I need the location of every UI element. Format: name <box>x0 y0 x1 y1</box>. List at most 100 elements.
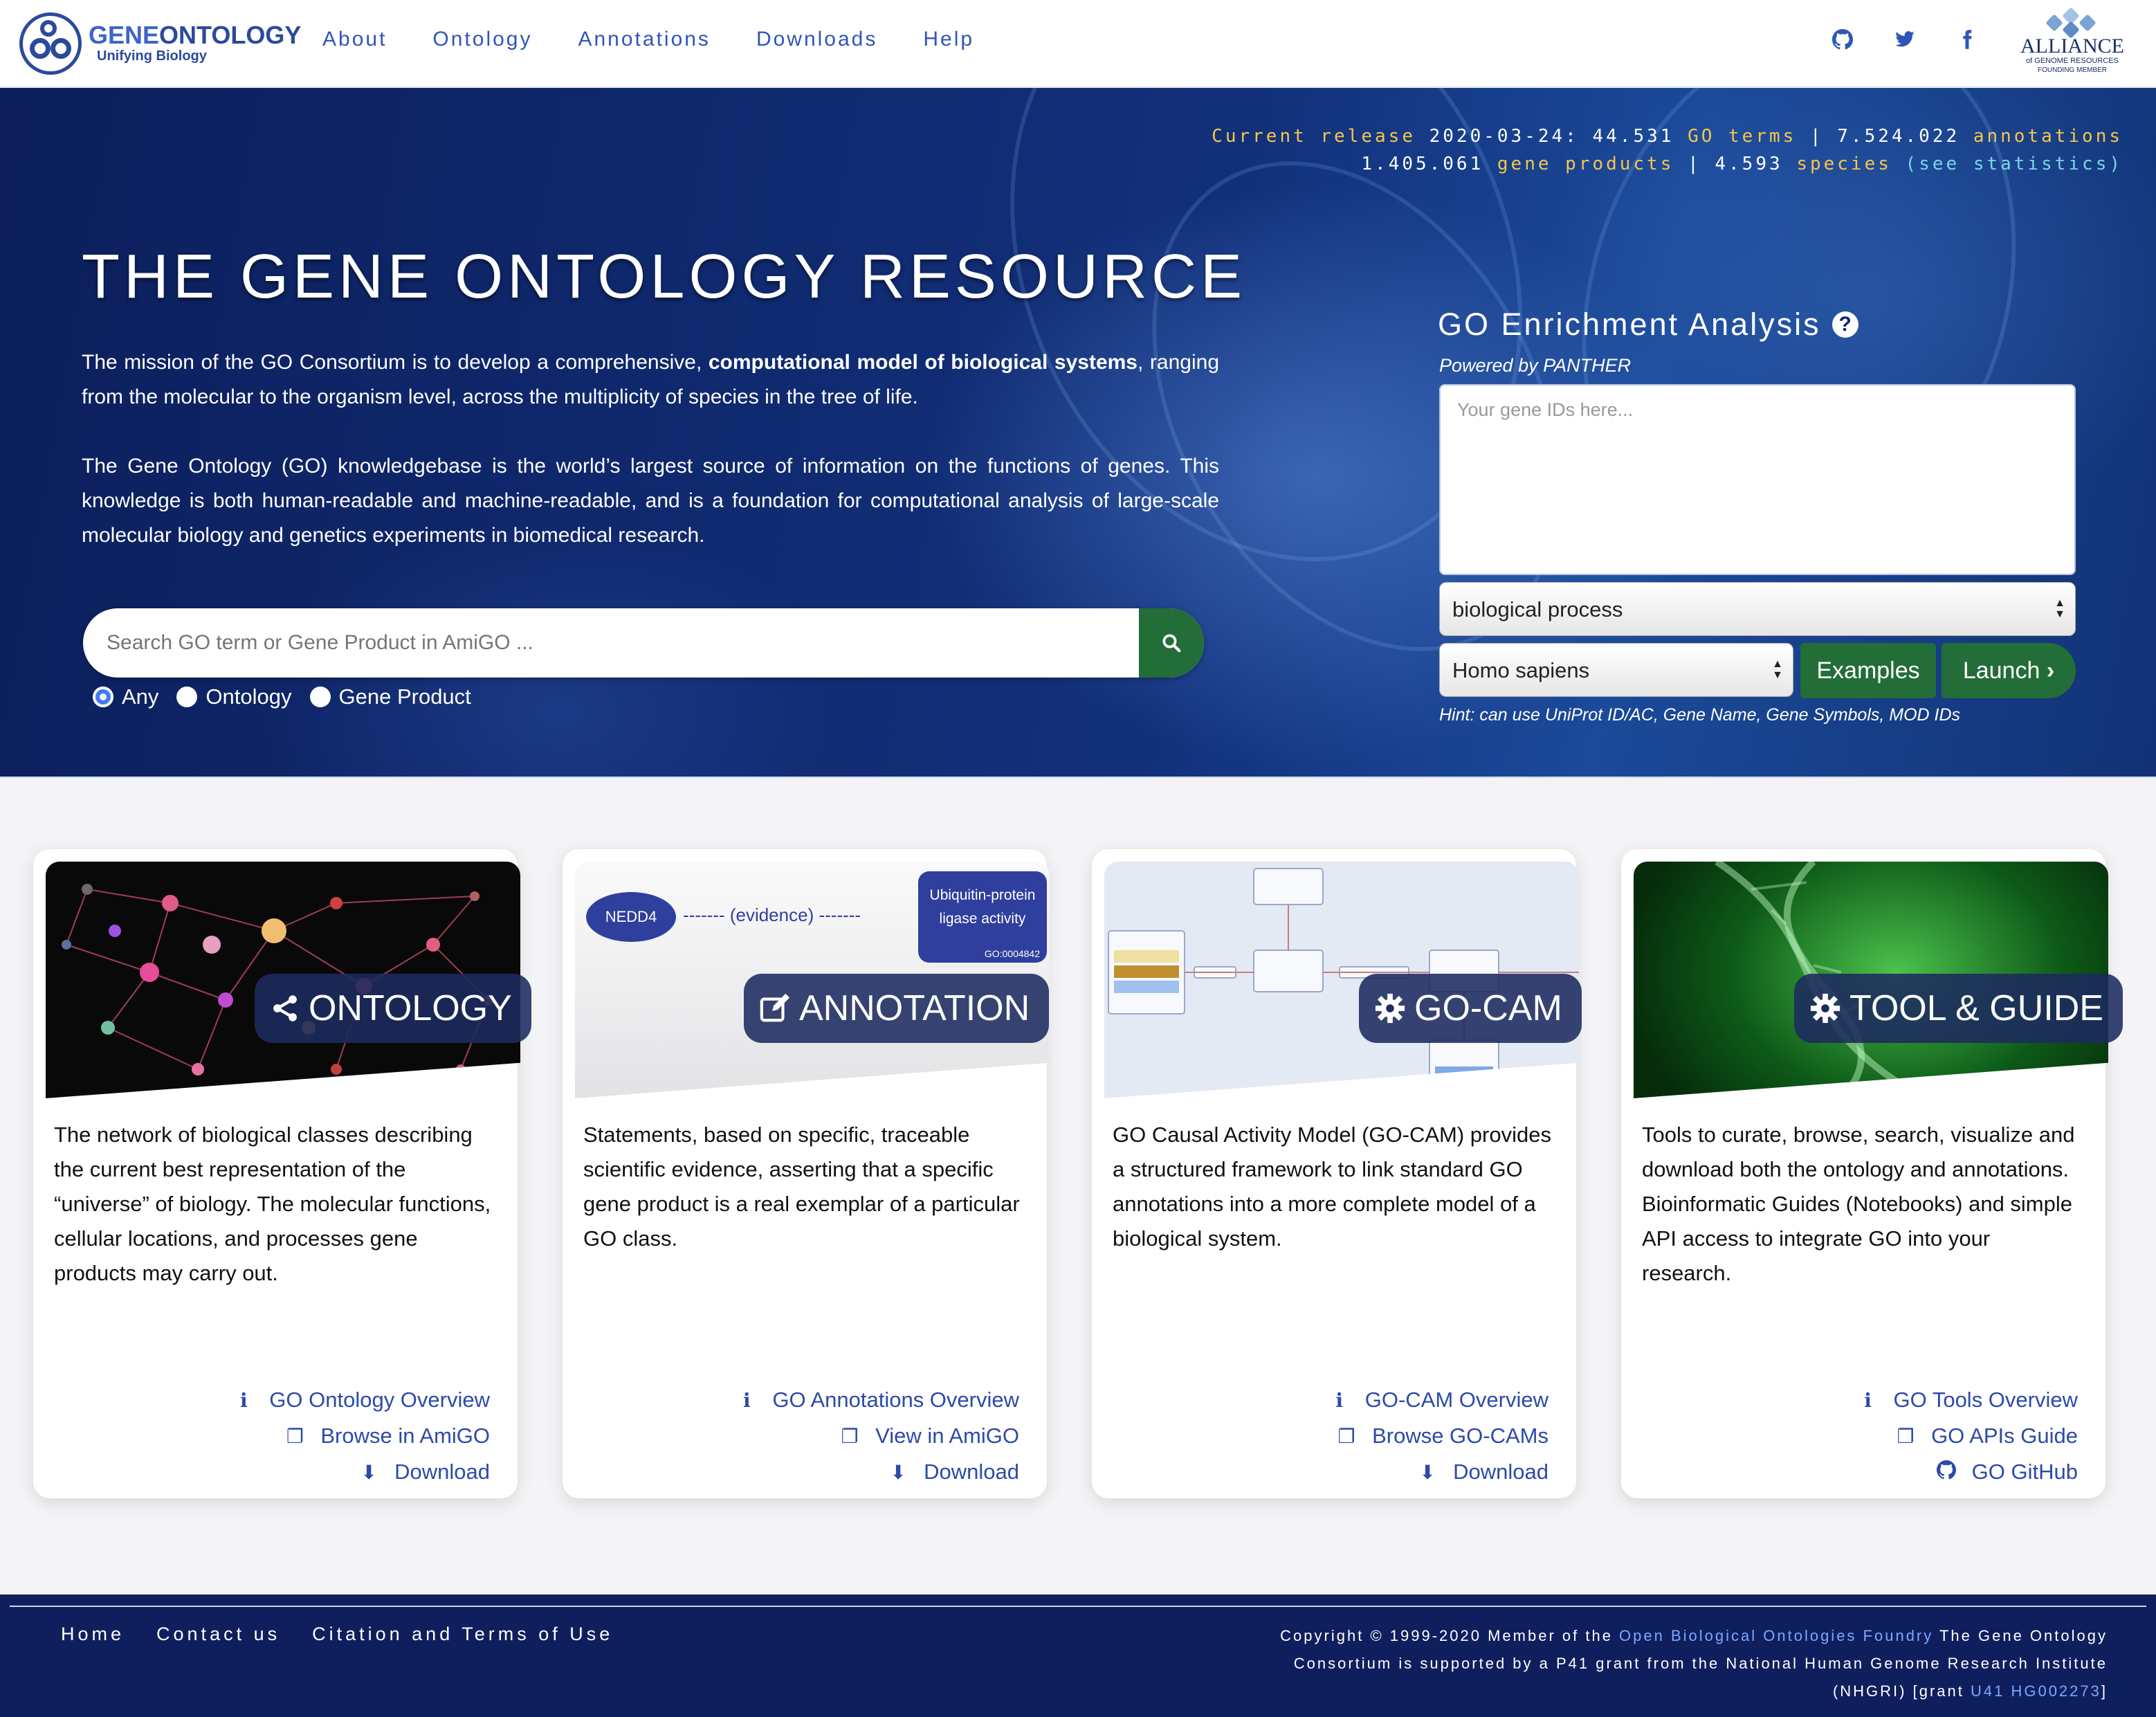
go-term-node: Ubiquitin-protein ligase activity GO:000… <box>918 871 1047 963</box>
radio-gene-product[interactable]: Gene Product <box>309 684 471 709</box>
top-navbar: GENEONTOLOGY Unifying Biology About Onto… <box>0 0 2156 87</box>
copy-icon: ❐ <box>841 1425 859 1447</box>
obo-foundry-link[interactable]: Open Biological Ontologies Foundry <box>1619 1627 1933 1644</box>
twitter-icon[interactable] <box>1894 29 1915 50</box>
ontology-badge[interactable]: ONTOLOGY <box>255 974 531 1043</box>
alliance-name: ALLIANCE <box>2020 35 2124 57</box>
release-stats: Current release 2020-03-24: 44.531 GO te… <box>1212 126 2123 174</box>
examples-button[interactable]: Examples <box>1800 643 1936 698</box>
select-arrows-icon: ▲ ▼ <box>2054 597 2065 620</box>
ontology-links: ℹ GO Ontology Overview ❐ Browse in AmiGO ⬇… <box>232 1382 490 1490</box>
logo-subtitle: Unifying Biology <box>97 48 207 64</box>
footer-home-link[interactable]: Home <box>61 1624 125 1645</box>
gocam-overview-link[interactable]: ℹ GO-CAM Overview <box>1328 1382 1549 1418</box>
share-icon <box>273 995 297 1021</box>
footer-contact-link[interactable]: Contact us <box>156 1624 280 1645</box>
evidence-edge: ------- (evidence) ------- <box>683 905 861 925</box>
gocam-download-link[interactable]: ⬇ Download <box>1328 1454 1549 1490</box>
tool-guide-card: TOOL & GUIDE Tools to curate, browse, se… <box>1621 849 2123 1498</box>
alliance-logo[interactable]: ALLIANCE of GENOME RESOURCES FOUNDING ME… <box>2007 6 2138 80</box>
gear-icon <box>1810 993 1840 1024</box>
github-icon[interactable] <box>1832 29 1854 50</box>
ontology-aspect-select[interactable]: biological process ▲ ▼ <box>1439 582 2076 636</box>
powered-by-panther: Powered by PANTHER <box>1439 355 1632 376</box>
help-question-icon[interactable]: ? <box>1831 311 1858 338</box>
logo-title: GENEONTOLOGY <box>89 21 302 49</box>
gocam-card: GO-CAM GO Causal Activity Model (GO-CAM)… <box>1092 849 1582 1498</box>
enrichment-hint: Hint: can use UniProt ID/AC, Gene Name, … <box>1439 705 1961 725</box>
radio-ontology[interactable]: Ontology <box>176 684 292 709</box>
radio-any[interactable]: Any <box>93 684 158 709</box>
gear-icon <box>1375 993 1405 1024</box>
page-title: THE GENE ONTOLOGY RESOURCE <box>82 242 1246 311</box>
go-github-link[interactable]: GO GitHub <box>1856 1454 2078 1490</box>
annotation-download-link[interactable]: ⬇ Download <box>735 1454 1019 1490</box>
info-icon: ℹ <box>743 1389 751 1411</box>
gene-ontology-logo[interactable]: GENEONTOLOGY Unifying Biology <box>19 12 301 75</box>
footer-divider <box>10 1606 2146 1607</box>
grant-link[interactable]: U41 HG002273 <box>1971 1682 2101 1700</box>
hero-section: Current release 2020-03-24: 44.531 GO te… <box>0 88 2156 778</box>
search-scope-radios: Any Ontology Gene Product <box>93 684 471 709</box>
annotation-links: ℹ GO Annotations Overview ❐ View in AmiGO … <box>735 1382 1019 1490</box>
chevron-right-icon: › <box>2046 657 2055 684</box>
gene-ids-textarea[interactable] <box>1439 384 2076 575</box>
species-select[interactable]: Homo sapiens ▲ ▼ <box>1439 643 1793 697</box>
gocam-description: GO Causal Activity Model (GO-CAM) provid… <box>1113 1123 1551 1251</box>
annotation-badge[interactable]: ANNOTATION <box>744 974 1050 1043</box>
nav-about[interactable]: About <box>322 28 387 51</box>
search-button[interactable] <box>1139 608 1204 678</box>
knowledgebase-paragraph: The Gene Ontology (GO) knowledgebase is … <box>82 455 1219 547</box>
download-icon: ⬇ <box>890 1461 906 1483</box>
alliance-member: FOUNDING MEMBER <box>2038 66 2107 74</box>
footer-citation-link[interactable]: Citation and Terms of Use <box>312 1624 613 1645</box>
mission-paragraph: The mission of the GO Consortium is to d… <box>82 351 1220 408</box>
go-tools-overview-link[interactable]: ℹ GO Tools Overview <box>1856 1382 2078 1418</box>
copy-icon: ❐ <box>286 1425 304 1447</box>
select-arrows-icon: ▲ ▼ <box>1772 658 1783 681</box>
gene-node: NEDD4 <box>586 892 676 942</box>
browse-gocams-link[interactable]: ❐ Browse GO-CAMs <box>1328 1418 1549 1454</box>
go-logo-icon <box>19 12 82 75</box>
tool-guide-links: ℹ GO Tools Overview ❐ GO APIs Guide GO Git… <box>1856 1382 2078 1490</box>
go-annotations-overview-link[interactable]: ℹ GO Annotations Overview <box>735 1382 1019 1418</box>
search-icon <box>1162 634 1181 653</box>
nav-help[interactable]: Help <box>923 28 974 51</box>
facebook-icon[interactable] <box>1957 29 1977 50</box>
annotation-card: NEDD4 ------- (evidence) ------- Ubiquit… <box>563 849 1050 1498</box>
go-apis-guide-link[interactable]: ❐ GO APIs Guide <box>1856 1418 2079 1454</box>
view-in-amigo-link[interactable]: ❐ View in AmiGO <box>735 1418 1019 1454</box>
download-icon: ⬇ <box>1419 1461 1436 1483</box>
nav-downloads[interactable]: Downloads <box>756 28 877 51</box>
main-nav: About Ontology Annotations Downloads Hel… <box>322 28 974 51</box>
social-icons <box>1832 29 1977 50</box>
info-icon: ℹ <box>1864 1389 1872 1411</box>
go-ontology-overview-link[interactable]: ℹ GO Ontology Overview <box>232 1382 490 1418</box>
ontology-card: ONTOLOGY The network of biological class… <box>33 849 531 1498</box>
footer-links: Home Contact us Citation and Terms of Us… <box>61 1624 613 1645</box>
browse-in-amigo-link[interactable]: ❐ Browse in AmiGO <box>232 1418 490 1454</box>
tool-guide-badge[interactable]: TOOL & GUIDE <box>1794 974 2123 1043</box>
alliance-hex-icon <box>2041 7 2103 39</box>
download-icon: ⬇ <box>360 1461 377 1483</box>
copy-icon: ❐ <box>1337 1425 1355 1447</box>
copy-icon: ❐ <box>1897 1425 1915 1447</box>
nav-ontology[interactable]: Ontology <box>432 28 532 51</box>
see-statistics-link[interactable]: (see statistics) <box>1906 154 2123 174</box>
info-icon: ℹ <box>1335 1389 1344 1411</box>
amigo-search-input[interactable] <box>83 608 1139 678</box>
gocam-links: ℹ GO-CAM Overview ❐ Browse GO-CAMs ⬇ Downlo… <box>1328 1382 1549 1490</box>
nav-annotations[interactable]: Annotations <box>578 28 710 51</box>
info-icon: ℹ <box>239 1389 248 1411</box>
ontology-download-link[interactable]: ⬇ Download <box>232 1454 490 1490</box>
alliance-subtitle: of GENOME RESOURCES <box>2026 57 2119 65</box>
launch-button[interactable]: Launch › <box>1942 643 2076 698</box>
ontology-description: The network of biological classes descri… <box>54 1123 491 1285</box>
copyright-text: Copyright © 1999-2020 Member of the Open… <box>1280 1627 2108 1700</box>
footer: Home Contact us Citation and Terms of Us… <box>0 1595 2156 1717</box>
enrichment-title: GO Enrichment Analysis ? <box>1438 307 1858 343</box>
github-icon <box>1935 1460 1958 1484</box>
amigo-search-bar <box>83 608 1204 678</box>
gocam-badge[interactable]: GO-CAM <box>1359 974 1582 1043</box>
edit-icon <box>760 993 790 1022</box>
